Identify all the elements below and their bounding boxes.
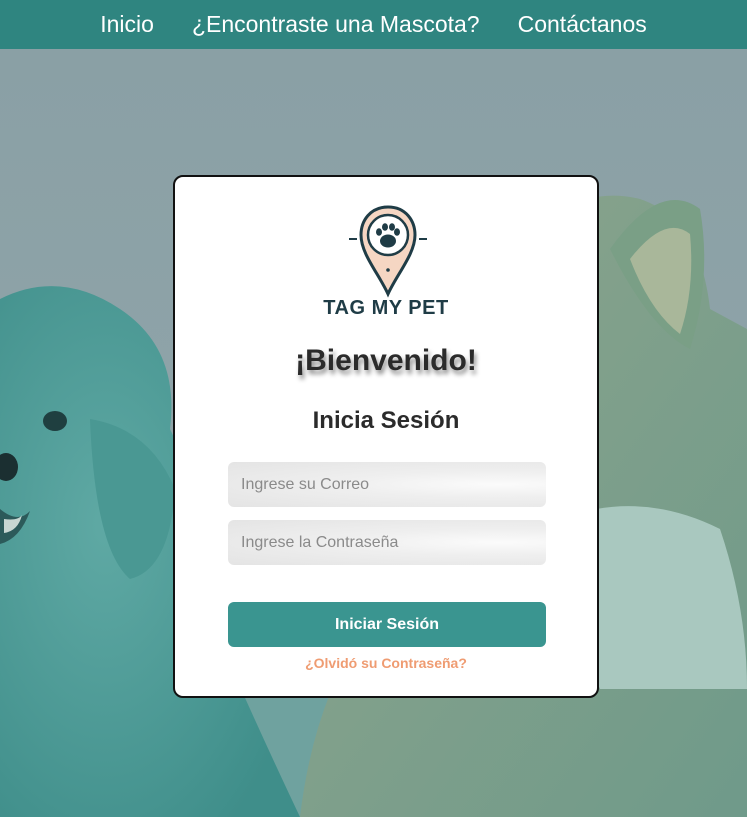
nav-link-inicio[interactable]: Inicio — [100, 11, 154, 38]
brand-name: TAG MY PET — [323, 297, 449, 319]
password-field[interactable] — [228, 520, 546, 565]
nav-link-encontraste-mascota[interactable]: ¿Encontraste una Mascota? — [192, 11, 480, 38]
login-button[interactable]: Iniciar Sesión — [228, 602, 546, 647]
nav-link-contactanos[interactable]: Contáctanos — [518, 11, 647, 38]
login-card: TAG MY PET ¡Bienvenido! Inicia Sesión In… — [173, 175, 599, 698]
top-navbar: Inicio ¿Encontraste una Mascota? Contáct… — [0, 0, 747, 49]
login-subtitle: Inicia Sesión — [312, 407, 460, 434]
welcome-heading: ¡Bienvenido! — [295, 344, 477, 377]
forgot-password-link[interactable]: ¿Olvidó su Contraseña? — [175, 655, 597, 671]
email-field[interactable] — [228, 462, 546, 507]
